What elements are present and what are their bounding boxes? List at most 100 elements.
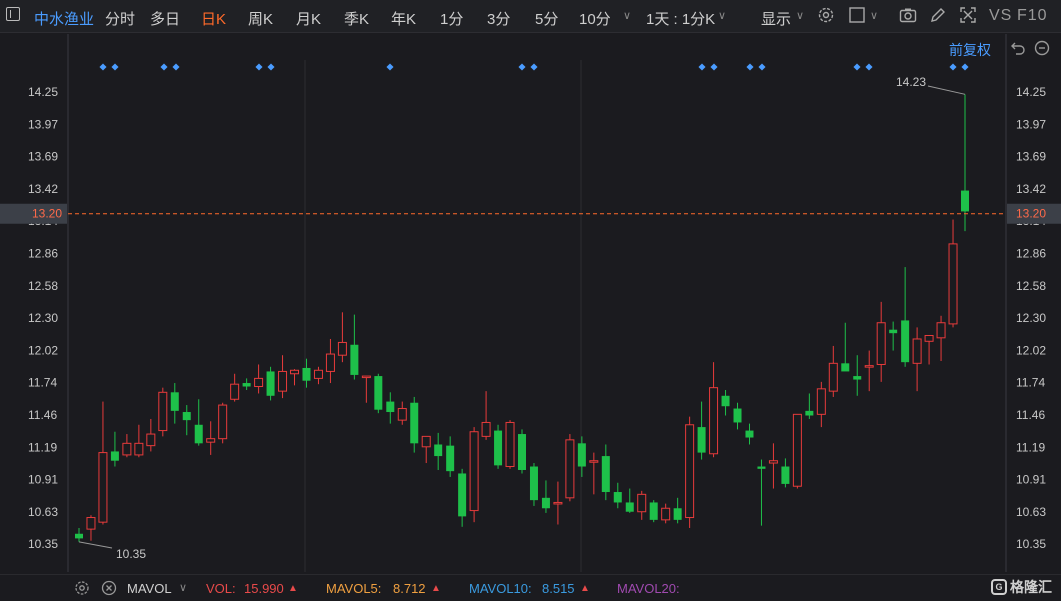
max-price-leader-line bbox=[927, 85, 966, 95]
price-tick-left: 11.19 bbox=[28, 440, 57, 454]
tab-period-daily[interactable]: 日K bbox=[201, 8, 226, 29]
tab-period-5min[interactable]: 5分 bbox=[535, 8, 558, 29]
tab-period-multiday[interactable]: 多日 bbox=[150, 8, 180, 29]
candle-body-up bbox=[864, 365, 874, 368]
event-marker-icon bbox=[698, 63, 706, 71]
gear-icon[interactable] bbox=[817, 6, 835, 24]
price-adjust-label[interactable]: 前复权 bbox=[949, 40, 991, 60]
candle-body-down bbox=[518, 434, 526, 470]
candle-body-down bbox=[458, 473, 467, 517]
event-marker-icon bbox=[961, 63, 969, 71]
mavol-indicator-select[interactable]: MAVOL bbox=[127, 581, 172, 596]
interval-chevron-down-icon[interactable]: ∨ bbox=[718, 9, 726, 22]
f10-button[interactable]: F10 bbox=[1017, 7, 1048, 25]
candle-body-up bbox=[553, 501, 563, 505]
candle-body-up bbox=[948, 243, 958, 325]
candle-body-up bbox=[146, 433, 156, 447]
candle-body-up bbox=[481, 421, 491, 437]
price-tick-left: 10.91 bbox=[28, 473, 58, 487]
toolbar: 中水渔业 分时 多日 日K 周K 月K 季K 年K 1分 3分 5分 10分 ∨… bbox=[0, 0, 1061, 33]
candle-body-up bbox=[936, 322, 946, 339]
mavol10-value: 8.515 bbox=[542, 581, 575, 596]
candle-body-down bbox=[75, 533, 83, 539]
tab-period-yearly[interactable]: 年K bbox=[391, 8, 416, 29]
pencil-icon[interactable] bbox=[929, 6, 947, 24]
tab-period-quarterly[interactable]: 季K bbox=[344, 8, 369, 29]
price-tick-right: 13.69 bbox=[1016, 150, 1046, 164]
price-tick-left: 13.14 bbox=[28, 214, 58, 228]
undo-icon[interactable] bbox=[1010, 40, 1026, 56]
fullscreen-icon[interactable] bbox=[959, 6, 977, 24]
candle-body-up bbox=[924, 334, 934, 342]
candle-body-down bbox=[625, 502, 634, 512]
candle-body-up bbox=[469, 431, 479, 512]
candle-body-down bbox=[805, 410, 814, 416]
mavol-chevron-down-icon[interactable]: ∨ bbox=[179, 581, 187, 594]
price-tick-left: 12.30 bbox=[28, 311, 58, 325]
indicator-close-icon[interactable] bbox=[101, 580, 117, 596]
tab-period-weekly[interactable]: 周K bbox=[248, 8, 273, 29]
camera-icon[interactable] bbox=[899, 6, 917, 24]
candle-body-up bbox=[565, 439, 575, 499]
tab-period-1min[interactable]: 1分 bbox=[440, 8, 463, 29]
price-tick-right: 10.35 bbox=[1016, 537, 1046, 551]
candle-body-up bbox=[86, 517, 96, 530]
candle-body-up bbox=[709, 387, 719, 455]
candle-body-up bbox=[661, 507, 671, 521]
price-tick-right: 12.30 bbox=[1016, 311, 1046, 325]
stock-name[interactable]: 中水渔业 bbox=[34, 8, 94, 29]
event-marker-icon bbox=[949, 63, 957, 71]
tab-period-monthly[interactable]: 月K bbox=[296, 8, 321, 29]
event-marker-icon bbox=[758, 63, 766, 71]
candlestick-chart[interactable]: 14.25 14.25 13.97 13.97 13.69 13.69 13.42 13.42… bbox=[0, 0, 1061, 600]
zoom-out-icon[interactable] bbox=[1034, 40, 1050, 56]
display-button[interactable]: 显示 bbox=[761, 8, 791, 29]
min-price-leader-line bbox=[78, 541, 113, 549]
sidebar-toggle-icon[interactable] bbox=[6, 7, 20, 21]
event-marker-icon bbox=[255, 63, 263, 71]
brand-logo: G 格隆汇 bbox=[991, 576, 1052, 598]
candle-body-down bbox=[613, 492, 622, 503]
candle-body-down bbox=[961, 190, 969, 212]
current-price-tag-right bbox=[1007, 203, 1061, 224]
vs-compare-button[interactable]: VS bbox=[989, 7, 1012, 25]
tab-period-10min[interactable]: 10分 bbox=[579, 8, 611, 29]
current-price-right-label: 13.20 bbox=[1016, 207, 1046, 221]
candle-body-down bbox=[446, 445, 455, 472]
candle-body-up bbox=[206, 438, 216, 443]
mavol5-label: MAVOL5: bbox=[326, 581, 382, 596]
price-tick-left: 12.58 bbox=[28, 279, 58, 293]
interval-select[interactable]: 1天 : 1分K bbox=[646, 8, 715, 29]
tab-period-intraday[interactable]: 分时 bbox=[105, 8, 135, 29]
price-tick-right: 12.86 bbox=[1016, 247, 1046, 261]
candle-body-down bbox=[541, 497, 550, 509]
candle-body-up bbox=[828, 362, 838, 392]
candle-body-up bbox=[768, 460, 778, 464]
price-tick-right: 12.58 bbox=[1016, 279, 1046, 293]
event-marker-icon bbox=[865, 63, 873, 71]
candle-body-down bbox=[242, 383, 251, 387]
tab-period-3min[interactable]: 3分 bbox=[487, 8, 510, 29]
display-chevron-down-icon[interactable]: ∨ bbox=[796, 9, 804, 22]
square-select-icon[interactable] bbox=[848, 6, 866, 24]
event-marker-icon bbox=[853, 63, 861, 71]
candle-body-up bbox=[792, 413, 802, 487]
indicator-settings-gear-icon[interactable] bbox=[74, 580, 90, 596]
candle-body-down bbox=[350, 344, 359, 375]
candle-body-down bbox=[194, 424, 203, 444]
candle-body-down bbox=[889, 329, 898, 334]
square-chevron-down-icon[interactable]: ∨ bbox=[870, 9, 878, 22]
candle-body-down bbox=[302, 367, 311, 381]
min-price-label: 10.35 bbox=[116, 547, 146, 561]
price-tick-left: 12.86 bbox=[28, 247, 58, 261]
candle-body-up bbox=[397, 408, 407, 421]
candle-body-down bbox=[182, 412, 191, 421]
candle-body-up bbox=[325, 353, 335, 372]
price-tick-right: 11.46 bbox=[1016, 408, 1045, 422]
candle-body-up bbox=[134, 442, 144, 456]
current-price-left-label: 13.20 bbox=[32, 207, 62, 221]
price-tick-left: 14.25 bbox=[28, 85, 58, 99]
event-marker-icon bbox=[172, 63, 180, 71]
candle-body-up bbox=[218, 404, 228, 440]
period-more-chevron-icon[interactable]: ∨ bbox=[623, 9, 631, 22]
